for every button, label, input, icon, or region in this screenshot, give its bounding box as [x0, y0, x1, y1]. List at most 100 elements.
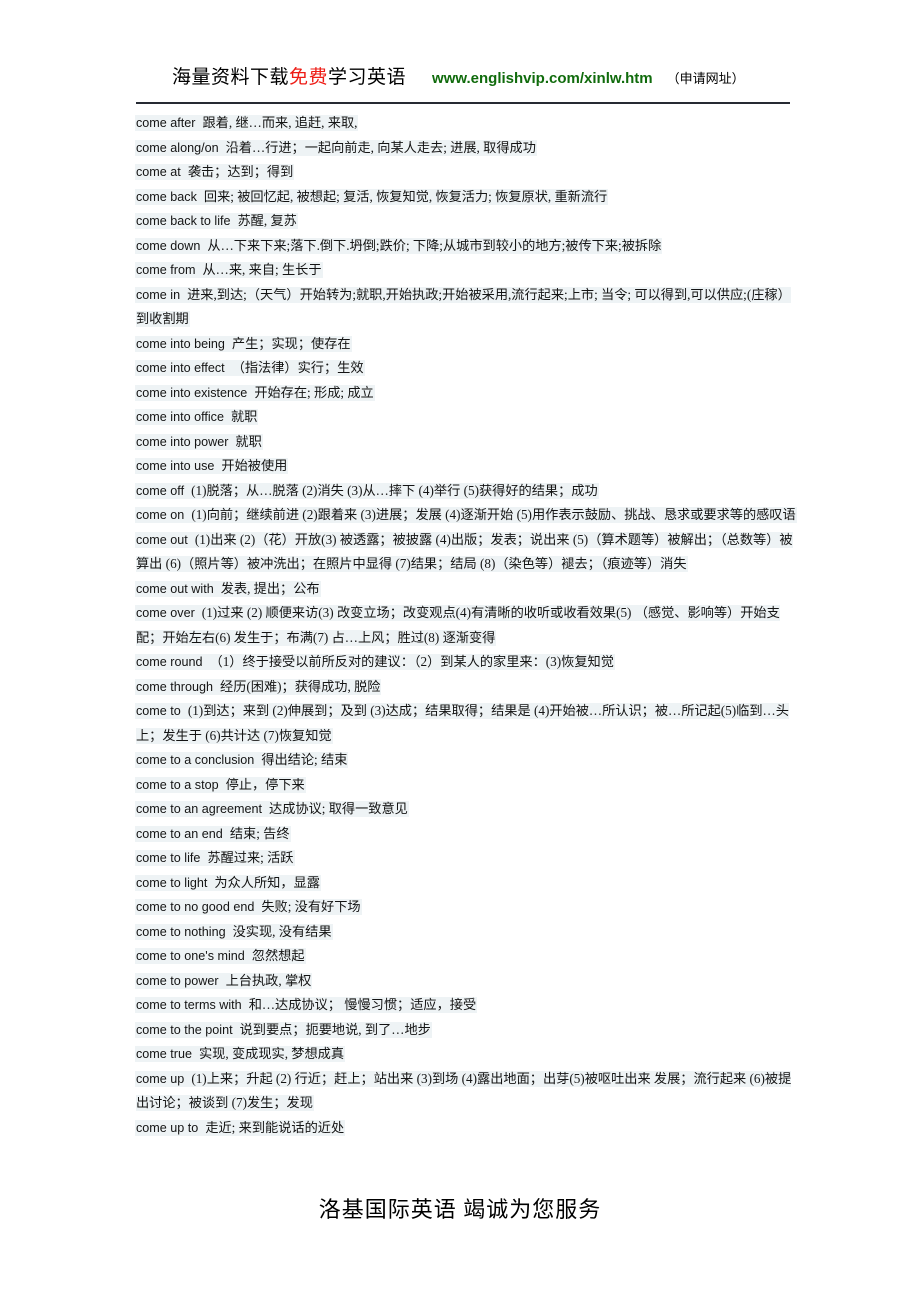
header-divider: [136, 102, 790, 104]
entry-highlight: come over (1)过来 (2) 顺便来访(3) 改变立场；改变观点(4)…: [136, 605, 780, 645]
phrase-entry: come down 从…下来下来;落下.倒下.坍倒;跌价; 下降;从城市到较小的…: [136, 234, 796, 259]
entry-term: come after: [136, 116, 196, 130]
entry-highlight: come back 回来; 被回忆起, 被想起; 复活, 恢复知觉, 恢复活力;…: [136, 189, 608, 204]
entry-term: come down: [136, 238, 201, 253]
entry-highlight: come into effect （指法律）实行；生效: [136, 360, 364, 375]
entry-highlight: come out (1)出来 (2)（花）开放(3) 被透露；被披露 (4)出版…: [136, 531, 793, 572]
entry-highlight: come to (1)到达；来到 (2)伸展到；及到 (3)达成；结果取得；结果…: [136, 703, 789, 743]
phrase-entry: come to no good end 失败; 没有好下场: [136, 895, 796, 920]
entry-definition: 发表, 提出；公布: [220, 580, 320, 596]
entry-definition: 结束; 告终: [229, 825, 290, 841]
phrase-entry: come on (1)向前；继续前进 (2)跟着来 (3)进展；发展 (4)逐渐…: [136, 503, 796, 528]
phrase-entry: come to a stop 停止，停下来: [136, 773, 796, 798]
phrase-entry: come to an end 结束; 告终: [136, 822, 796, 847]
entry-term: come to the point: [136, 1022, 233, 1037]
phrase-entry: come to life 苏醒过来; 活跃: [136, 846, 796, 871]
phrase-entry: come through 经历(困难)；获得成功, 脱险: [136, 675, 796, 700]
entry-definition: 从…下来下来;落下.倒下.坍倒;跌价; 下降;从城市到较小的地方;被传下来;被拆…: [207, 237, 662, 253]
entry-highlight: come into use 开始被使用: [136, 458, 288, 473]
entry-term: come back to life: [136, 214, 231, 228]
entry-term: come round: [136, 655, 203, 669]
entry-definition: 得出结论; 结束: [261, 752, 348, 767]
entry-definition: 开始被使用: [221, 458, 288, 473]
entry-highlight: come to an end 结束; 告终: [136, 825, 290, 841]
entry-definition: 和…达成协议； 慢慢习惯；适应，接受: [248, 997, 477, 1012]
entry-term: come to light: [136, 875, 208, 890]
entry-highlight: come to an agreement 达成协议; 取得一致意见: [136, 801, 408, 816]
entry-highlight: come out with 发表, 提出；公布: [136, 580, 320, 596]
phrase-entry: come off (1)脱落；从…脱落 (2)消失 (3)从…摔下 (4)举行 …: [136, 479, 796, 504]
phrase-entry: come from 从…来, 来自; 生长于: [136, 258, 796, 283]
entry-definition: (1)上来；升起 (2) 行近；赶上；站出来 (3)到场 (4)露出地面；出芽(…: [136, 1070, 792, 1111]
entry-definition: 失败; 没有好下场: [261, 899, 361, 914]
entry-term: come at: [136, 165, 181, 179]
entry-highlight: come round （1）终于接受以前所反对的建议：（2）到某人的家里来：(3…: [136, 654, 614, 669]
entry-term: come up to: [136, 1120, 199, 1135]
entry-definition: （指法律）实行；生效: [231, 360, 364, 375]
phrase-entry: come back 回来; 被回忆起, 被想起; 复活, 恢复知觉, 恢复活力;…: [136, 185, 796, 210]
entry-term: come up: [136, 1071, 185, 1086]
header-note-text: （申请网址）: [666, 71, 745, 86]
entry-definition: (1)出来 (2)（花）开放(3) 被透露；被披露 (4)出版；发表；说出来 (…: [136, 531, 793, 572]
entry-highlight: come up to 走近; 来到能说话的近处: [136, 1120, 345, 1135]
entry-definition: 从…来, 来自; 生长于: [202, 262, 322, 277]
entry-highlight: come back to life 苏醒, 复苏: [136, 213, 297, 228]
entry-term: come into power: [136, 434, 229, 449]
phrase-entry: come to (1)到达；来到 (2)伸展到；及到 (3)达成；结果取得；结果…: [136, 699, 796, 748]
phrase-entry: come up to 走近; 来到能说话的近处: [136, 1116, 796, 1141]
phrase-entry: come into being 产生；实现；使存在: [136, 332, 796, 357]
phrase-entry-list: come after 跟着, 继…而来, 追赶, 来取, come along/o…: [136, 111, 796, 1140]
header-free-text: 免费: [289, 67, 329, 88]
phrase-entry: come up (1)上来；升起 (2) 行近；赶上；站出来 (3)到场 (4)…: [136, 1067, 796, 1116]
phrase-entry: come out (1)出来 (2)（花）开放(3) 被透露；被披露 (4)出版…: [136, 528, 796, 577]
entry-highlight: come on (1)向前；继续前进 (2)跟着来 (3)进展；发展 (4)逐渐…: [136, 507, 796, 522]
entry-term: come into being: [136, 336, 225, 351]
entry-term: come to terms with: [136, 998, 242, 1012]
entry-highlight: come to light 为众人所知，显露: [136, 874, 320, 890]
entry-definition: 苏醒, 复苏: [237, 213, 297, 228]
entry-term: come over: [136, 606, 195, 620]
entry-definition: 就职: [230, 409, 258, 424]
entry-definition: 上台执政, 掌权: [225, 972, 312, 988]
phrase-entry: come to a conclusion 得出结论; 结束: [136, 748, 796, 773]
entry-definition: (1)过来 (2) 顺便来访(3) 改变立场；改变观点(4)有清晰的收听或收看效…: [136, 605, 780, 645]
entry-term: come to a stop: [136, 777, 219, 792]
entry-highlight: come to the point 说到要点；扼要地说, 到了…地步: [136, 1022, 431, 1037]
entry-definition: (1)脱落；从…脱落 (2)消失 (3)从…摔下 (4)举行 (5)获得好的结果…: [191, 482, 598, 498]
entry-term: come to: [136, 704, 181, 718]
phrase-entry: come into effect （指法律）实行；生效: [136, 356, 796, 381]
entry-highlight: come into being 产生；实现；使存在: [136, 335, 351, 351]
entry-term: come to power: [136, 973, 219, 988]
phrase-entry: come into use 开始被使用: [136, 454, 796, 479]
phrase-entry: come to nothing 没实现, 没有结果: [136, 920, 796, 945]
phrase-entry: come in 进来,到达;（天气）开始转为;就职,开始执政;开始被采用,流行起…: [136, 283, 796, 332]
entry-definition: 就职: [235, 433, 262, 449]
phrase-entry: come at 袭击；达到；得到: [136, 160, 796, 185]
entry-highlight: come into existence 开始存在; 形成; 成立: [136, 385, 374, 400]
document-page: 海量资料下载 免费 学习英语 www.englishvip.com/xinlw.…: [0, 0, 920, 1302]
entry-definition: 产生；实现；使存在: [231, 335, 351, 351]
entry-highlight: come to a stop 停止，停下来: [136, 776, 305, 792]
phrase-entry: come into power 就职: [136, 430, 796, 455]
entry-term: come into office: [136, 410, 224, 424]
entry-definition: (1)向前；继续前进 (2)跟着来 (3)进展；发展 (4)逐渐开始 (5)用作…: [191, 507, 796, 522]
entry-definition: 苏醒过来; 活跃: [207, 850, 294, 865]
phrase-entry: come round （1）终于接受以前所反对的建议：（2）到某人的家里来：(3…: [136, 650, 796, 675]
entry-definition: 停止，停下来: [225, 776, 305, 792]
phrase-entry: come into existence 开始存在; 形成; 成立: [136, 381, 796, 406]
phrase-entry: come to the point 说到要点；扼要地说, 到了…地步: [136, 1018, 796, 1043]
entry-term: come to no good end: [136, 900, 255, 914]
entry-term: come on: [136, 508, 185, 522]
phrase-entry: come to an agreement 达成协议; 取得一致意见: [136, 797, 796, 822]
header-lead-text: 海量资料下载: [172, 67, 290, 88]
entry-definition: 为众人所知，显露: [214, 874, 320, 890]
entry-highlight: come to one's mind 忽然想起: [136, 948, 305, 963]
entry-highlight: come along/on 沿着…行进；一起向前走, 向某人走去; 进展, 取得…: [136, 140, 536, 155]
entry-definition: 没实现, 没有结果: [232, 923, 332, 939]
header-website-link[interactable]: www.englishvip.com/xinlw.htm: [432, 70, 653, 87]
phrase-entry: come back to life 苏醒, 复苏: [136, 209, 796, 234]
entry-term: come to a conclusion: [136, 753, 255, 767]
entry-highlight: come down 从…下来下来;落下.倒下.坍倒;跌价; 下降;从城市到较小的…: [136, 237, 662, 253]
entry-term: come into effect: [136, 361, 225, 375]
header-tail-text: 学习英语: [328, 67, 407, 88]
